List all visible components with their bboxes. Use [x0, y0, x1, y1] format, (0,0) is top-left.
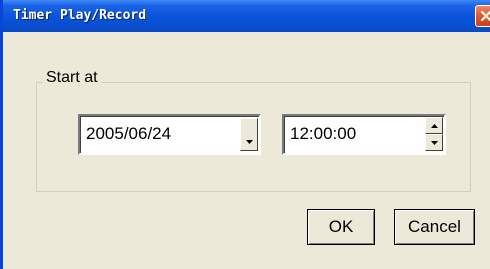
- date-value[interactable]: 2005/06/24: [86, 124, 171, 144]
- arrow-up-icon: [431, 124, 438, 128]
- close-icon: [480, 10, 490, 22]
- time-value[interactable]: 12:00:00: [290, 124, 356, 144]
- ok-button[interactable]: OK: [307, 209, 375, 245]
- date-picker[interactable]: 2005/06/24: [78, 114, 261, 155]
- time-spin-up-button[interactable]: [425, 117, 443, 134]
- time-spin-down-button[interactable]: [425, 134, 443, 151]
- date-dropdown-button[interactable]: [240, 118, 258, 151]
- window-title: Timer Play/Record: [13, 8, 147, 23]
- close-button[interactable]: [475, 5, 490, 27]
- title-bar[interactable]: Timer Play/Record: [3, 0, 490, 32]
- cancel-button[interactable]: Cancel: [394, 209, 475, 245]
- start-at-label: Start at: [43, 69, 101, 87]
- timer-dialog: Timer Play/Record Start at 2005/06/24 12…: [0, 0, 490, 269]
- time-spinner[interactable]: 12:00:00: [282, 114, 446, 155]
- chevron-down-icon: [246, 140, 253, 144]
- arrow-down-icon: [431, 141, 438, 145]
